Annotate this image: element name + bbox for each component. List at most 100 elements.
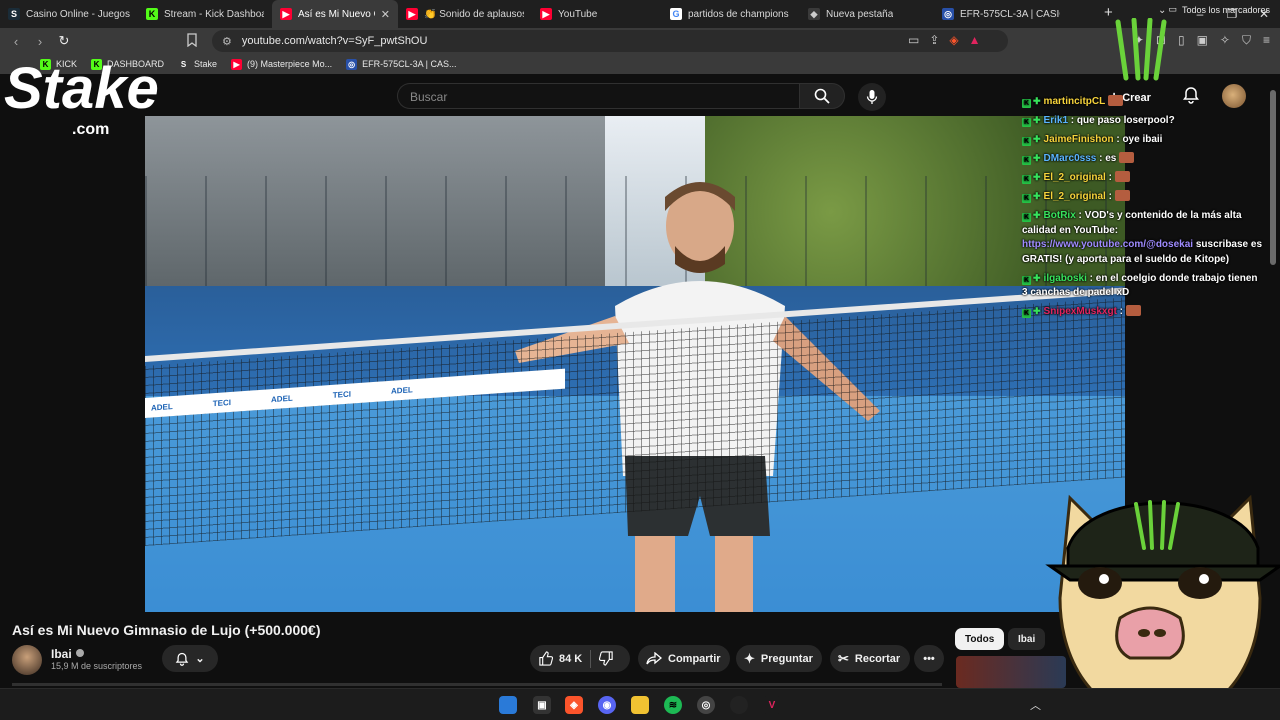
tab-label: YouTube — [558, 8, 598, 20]
windows-start-icon[interactable] — [499, 696, 517, 714]
subscriber-badge-icon: ✚ — [1033, 272, 1041, 283]
discord-icon[interactable]: ◉ — [598, 696, 616, 714]
subscriber-badge-icon: ✚ — [1033, 210, 1041, 220]
like-icon[interactable] — [538, 651, 553, 666]
like-divider — [590, 649, 592, 668]
chat-username[interactable]: martincitpCL — [1044, 96, 1106, 107]
court-sign-text: ADEL — [391, 384, 413, 396]
share-button[interactable]: Compartir — [638, 645, 730, 672]
chat-username[interactable]: ilgaboski — [1044, 273, 1087, 284]
stake-logo-sub: .com — [72, 121, 109, 138]
channel-name-row[interactable]: Ibai — [51, 647, 84, 661]
vpn-icon[interactable]: ⛉ — [1242, 33, 1251, 48]
subscriber-count: 15,9 M de suscriptores — [51, 661, 143, 671]
chat-text: : — [1116, 306, 1124, 317]
subscriber-badge-icon: ✚ — [1033, 153, 1041, 163]
forward-button[interactable]: › — [28, 34, 52, 49]
tray-chevron-icon[interactable]: ︿ — [1030, 697, 1041, 713]
browser-tab[interactable]: S Casino Online - Juegos d — [0, 0, 138, 28]
bookmark-label: EFR-575CL-3A | CAS... — [362, 59, 457, 69]
chat-username[interactable]: DMarc0sss — [1044, 153, 1097, 164]
search-button[interactable] — [799, 83, 845, 109]
subscriber-badge-icon: ✚ — [1033, 134, 1041, 144]
filter-chip-todos[interactable]: Todos — [955, 628, 1005, 650]
bookmark-item[interactable]: ▶ (9) Masterpiece Mo... — [231, 58, 332, 70]
more-actions-button[interactable]: ••• — [914, 645, 944, 672]
browser-tab[interactable]: ◎ EFR-575CL-3A | CASIO — [934, 0, 1068, 28]
sidebar-icon[interactable]: ▯ — [1178, 33, 1185, 48]
cat-mascot-overlay — [1045, 494, 1280, 720]
browser-tab[interactable]: Gpartidos de champions le — [662, 0, 800, 28]
like-count[interactable]: 84 K — [559, 653, 582, 665]
tab-search-chevron-icon[interactable]: ⌄ — [1158, 5, 1166, 16]
task-view-icon[interactable]: ▣ — [533, 696, 551, 714]
chat-username[interactable]: SnipexMuskxgt — [1044, 306, 1117, 317]
app-icon[interactable] — [730, 696, 748, 714]
chat-message: K ✚ El_2_original : — [1022, 170, 1262, 186]
search-input[interactable]: Buscar — [397, 83, 799, 109]
court-sign-text: ADEL — [151, 401, 173, 413]
all-bookmarks-folder[interactable]: ▭ Todos los marcadores — [1168, 4, 1270, 15]
channel-avatar[interactable] — [12, 645, 42, 675]
chat-message: K ✚ BotRix : VOD's y contenido de la más a… — [1022, 208, 1262, 267]
video-progress-track[interactable] — [12, 683, 942, 686]
bookmark-icon[interactable] — [186, 33, 198, 47]
chat-username[interactable]: Erik1 — [1044, 115, 1068, 126]
court-sign-text: ADEL — [271, 393, 293, 404]
valorant-icon[interactable]: V — [763, 696, 781, 714]
brave-shield-icon[interactable]: ◈ — [949, 33, 958, 47]
chat-username[interactable]: JaimeFinishon — [1044, 134, 1114, 145]
chat-message: K ✚ El_2_original : — [1022, 189, 1262, 205]
file-explorer-icon[interactable] — [631, 696, 649, 714]
bookmark-favicon-icon: ▶ — [231, 58, 243, 70]
video-player[interactable]: ADEL TECI ADEL TECI ADEL — [145, 116, 1125, 612]
chat-username[interactable]: El_2_original — [1044, 172, 1106, 183]
subscribe-bell-button[interactable]: ⌄ — [162, 645, 218, 672]
cast-icon[interactable]: ▭ — [908, 33, 919, 47]
site-settings-icon[interactable]: ⚙ — [222, 35, 232, 48]
brave-browser-icon[interactable]: ◈ — [565, 696, 583, 714]
browser-tab[interactable]: ▶ 👏 Sonido de aplausos y — [398, 0, 532, 28]
chat-emote-icon — [1114, 171, 1130, 182]
browser-tab[interactable]: ▶ Así es Mi Nuevo G ✕ — [272, 0, 398, 28]
address-bar-actions: ▭ ⇪ ◈ ▲ — [908, 33, 981, 47]
ask-button[interactable]: ✦ Preguntar — [736, 645, 822, 672]
court-sign-text: TECI — [332, 389, 352, 400]
browser-tab[interactable]: ▶ YouTube — [532, 0, 662, 28]
bookmark-item[interactable]: ◎ EFR-575CL-3A | CAS... — [346, 58, 457, 70]
chat-username[interactable]: El_2_original — [1044, 191, 1106, 202]
kick-badge-icon: K — [1022, 118, 1031, 127]
chat-text: : oye ibaii — [1113, 134, 1163, 145]
bookmark-item[interactable]: S Stake — [178, 58, 218, 70]
more-icon: ••• — [923, 652, 935, 665]
obs-icon[interactable]: ◎ — [697, 696, 715, 714]
page-scrollbar[interactable] — [1270, 90, 1276, 265]
ask-label: Preguntar — [760, 652, 813, 665]
kick-badge-icon: K — [1022, 309, 1031, 318]
chat-username[interactable]: BotRix — [1044, 210, 1076, 221]
subscriber-badge-icon: ✚ — [1033, 115, 1041, 125]
reload-button[interactable]: ↻ — [52, 33, 76, 49]
bell-icon — [176, 652, 189, 666]
browser-tab[interactable]: K Stream - Kick Dashboard — [138, 0, 272, 28]
share-icon[interactable]: ⇪ — [929, 33, 939, 47]
bookmarks-bar: K KICK K DASHBOARD S Stake ▶ (9) Masterpiece Mo… — [0, 54, 1280, 74]
sparkle-icon: ✦ — [744, 650, 755, 666]
menu-icon[interactable]: ≡ — [1263, 33, 1270, 48]
dislike-icon[interactable] — [599, 651, 614, 666]
kick-badge-icon: K — [1022, 175, 1031, 184]
leo-ai-icon[interactable]: ✧ — [1220, 33, 1230, 48]
voice-search-button[interactable] — [858, 83, 886, 111]
wallet-icon[interactable]: ▣ — [1197, 33, 1208, 48]
screen: S Casino Online - Juegos d K Stream - Kick … — [0, 0, 1280, 720]
browser-tab[interactable]: ◆ Nueva pestaña — [800, 0, 934, 28]
back-button[interactable]: ‹ — [4, 34, 28, 49]
address-bar[interactable]: ⚙ youtube.com/watch?v=SyF_pwtShOU — [212, 30, 1008, 52]
chat-link[interactable]: https://www.youtube.com/@dosekai — [1022, 239, 1193, 250]
clip-button[interactable]: ✂ Recortar — [830, 645, 910, 672]
brave-rewards-icon[interactable]: ▲ — [969, 33, 981, 47]
spotify-icon[interactable]: ≋ — [664, 696, 682, 714]
tab-close-icon[interactable]: ✕ — [381, 8, 390, 21]
scissors-icon: ✂ — [838, 650, 849, 666]
bookmark-label: Stake — [194, 59, 218, 69]
